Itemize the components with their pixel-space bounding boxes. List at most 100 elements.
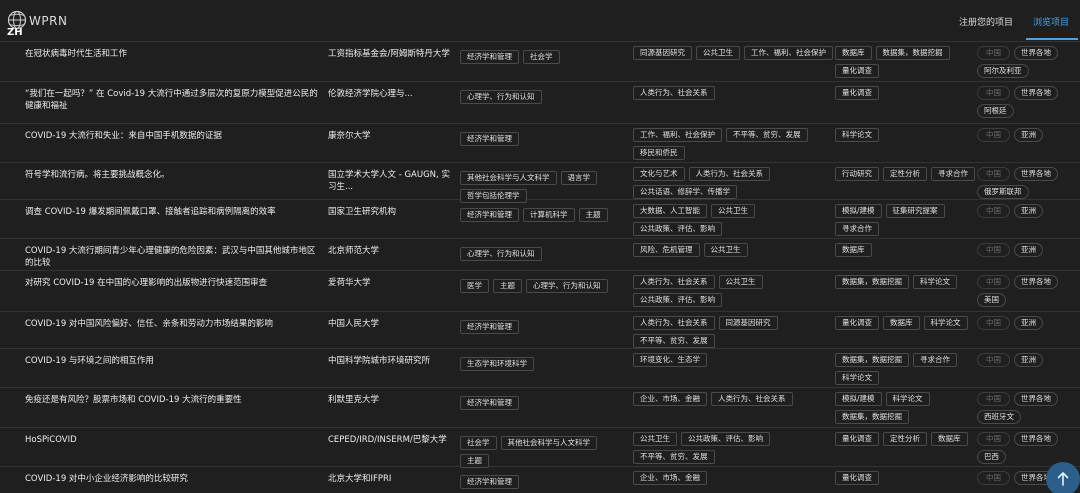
discipline-tag[interactable]: 生态学和环境科学 (460, 357, 534, 371)
project-row[interactable]: “我们在一起吗？” 在 Covid-19 大流行中通过多层次的复原力模型促进公民… (0, 82, 1080, 124)
method-tag[interactable]: 寻求合作 (835, 222, 879, 236)
topic-tag[interactable]: 企业、市场、金融 (633, 392, 707, 406)
discipline-tag[interactable]: 心理学、行为和认知 (460, 247, 542, 261)
project-row[interactable]: 符号学和流行病。将主要挑战概念化。 国立学术大学人文 - GAUGN, 实习生..… (0, 163, 1080, 203)
discipline-tag[interactable]: 主题 (460, 454, 489, 468)
topic-tag[interactable]: 企业、市场、金融 (633, 471, 707, 485)
discipline-tag[interactable]: 经济学和管理 (460, 320, 519, 334)
project-row[interactable]: COVID-19 大流行期间青少年心理健康的危险因素：武汉与中国其他城市地区的比… (0, 239, 1080, 271)
project-title[interactable]: 对研究 COVID-19 在中国的心理影响的出版物进行快速范围审查 (25, 277, 320, 289)
topic-tag[interactable]: 公共政策、评估、影响 (633, 293, 722, 307)
method-tag[interactable]: 数据集，数据挖掘 (835, 410, 909, 424)
method-tag[interactable]: 数据集，数据挖掘 (835, 353, 909, 367)
project-row[interactable]: HoSPiCOVID CEPED/IRD/INSERM/巴黎大学 社会学 其他社会科学… (0, 428, 1080, 468)
topic-tag[interactable]: 工作、福利、社会保护 (633, 128, 722, 142)
project-row[interactable]: COVID-19 大流行和失业：来自中国手机数据的证据 康奈尔大学 经济学和管理 工作… (0, 124, 1080, 163)
project-row[interactable]: 调查 COVID-19 爆发期间佩戴口罩、接触者追踪和病例隔离的效率 国家卫生研究… (0, 200, 1080, 239)
method-tag[interactable]: 模拟/建模 (835, 392, 882, 406)
method-tag[interactable]: 定性分析 (883, 167, 927, 181)
topic-tag[interactable]: 环境变化、生态学 (633, 353, 707, 367)
discipline-tag[interactable]: 主题 (578, 208, 608, 222)
discipline-tag[interactable]: 计算机科学 (523, 208, 575, 222)
project-title[interactable]: HoSPiCOVID (25, 434, 320, 446)
project-row[interactable]: 免疫还是有风险？股票市场和 COVID-19 大流行的重要性 利默里克大学 经济学和… (0, 388, 1080, 428)
topic-tag[interactable]: 人类行为、社会关系 (688, 167, 770, 181)
method-tag[interactable]: 数据集，数据挖掘 (875, 46, 950, 60)
project-row[interactable]: 在冠状病毒时代生活和工作 工资指标基金会/阿姆斯特丹大学 经济学和管理 社会学 同源基因… (0, 42, 1080, 82)
method-tag[interactable]: 寻求合作 (913, 353, 957, 367)
method-tag[interactable]: 科学论文 (835, 371, 879, 385)
region-tag[interactable]: 亚洲 (1014, 316, 1043, 330)
discipline-tag[interactable]: 社会学 (523, 50, 560, 64)
region-tag[interactable]: 西班牙文 (977, 410, 1021, 424)
project-title[interactable]: 调查 COVID-19 爆发期间佩戴口罩、接触者追踪和病例隔离的效率 (25, 206, 320, 218)
topic-tag[interactable]: 人类行为、社会关系 (633, 86, 715, 100)
discipline-tag[interactable]: 经济学和管理 (460, 208, 519, 222)
topic-tag[interactable]: 移民和侨民 (633, 146, 685, 160)
topic-tag[interactable]: 不平等、贫穷、发展 (726, 128, 808, 142)
method-tag[interactable]: 征集研究提案 (885, 204, 945, 218)
topic-tag[interactable]: 大数据、人工智能 (633, 204, 707, 218)
scroll-to-top-button[interactable] (1046, 462, 1080, 493)
region-tag[interactable]: 世界各地 (1014, 275, 1058, 289)
topic-tag[interactable]: 公共卫生 (711, 204, 755, 218)
project-row[interactable]: COVID-19 与环境之间的相互作用 中国科学院城市环境研究所 生态学和环境科学 环… (0, 349, 1080, 388)
topic-tag[interactable]: 公共话语、修辞学、传播学 (633, 185, 737, 199)
discipline-tag[interactable]: 经济学和管理 (460, 396, 519, 410)
method-tag[interactable]: 数据库 (883, 316, 920, 330)
project-title[interactable]: COVID-19 对中国风险偏好、信任、亲条和劳动力市场结果的影响 (25, 318, 320, 330)
topic-tag[interactable]: 公共卫生 (718, 275, 763, 289)
region-tag[interactable]: 世界各地 (1014, 86, 1058, 100)
project-row[interactable]: COVID-19 对中国风险偏好、信任、亲条和劳动力市场结果的影响 中国人民大学 经… (0, 312, 1080, 349)
topic-tag[interactable]: 人类行为、社会关系 (711, 392, 793, 406)
region-tag[interactable]: 亚洲 (1014, 128, 1043, 142)
method-tag[interactable]: 量化调查 (835, 316, 879, 330)
topic-tag[interactable]: 公共政策、评估、影响 (681, 432, 770, 446)
region-tag[interactable]: 世界各地 (1014, 392, 1058, 406)
method-tag[interactable]: 行动研究 (835, 167, 879, 181)
discipline-tag[interactable]: 医学 (460, 279, 489, 293)
method-tag[interactable]: 数据集，数据挖掘 (835, 275, 909, 289)
discipline-tag[interactable]: 心理学、行为和认知 (460, 90, 542, 104)
region-tag[interactable]: 亚洲 (1014, 353, 1043, 367)
region-tag[interactable]: 阿尔及利亚 (977, 64, 1029, 78)
topic-tag[interactable]: 风险、危机管理 (633, 243, 700, 257)
method-tag[interactable]: 科学论文 (885, 392, 930, 406)
discipline-tag[interactable]: 经济学和管理 (460, 132, 519, 146)
topic-tag[interactable]: 同源基因研究 (633, 46, 692, 60)
project-title[interactable]: 在冠状病毒时代生活和工作 (25, 48, 320, 60)
project-title[interactable]: COVID-19 大流行和失业：来自中国手机数据的证据 (25, 130, 320, 142)
topic-tag[interactable]: 文化与艺术 (633, 167, 685, 181)
topic-tag[interactable]: 人类行为、社会关系 (633, 275, 715, 289)
wprn-logo[interactable]: WPRN ZH (6, 10, 70, 40)
discipline-tag[interactable]: 心理学、行为和认知 (526, 279, 608, 293)
method-tag[interactable]: 数据库 (835, 243, 872, 257)
method-tag[interactable]: 量化调查 (835, 471, 879, 485)
project-row[interactable]: 对研究 COVID-19 在中国的心理影响的出版物进行快速范围审查 爱荷华大学 医学… (0, 271, 1080, 312)
method-tag[interactable]: 科学论文 (835, 128, 879, 142)
method-tag[interactable]: 科学论文 (923, 316, 968, 330)
topic-tag[interactable]: 公共卫生 (696, 46, 740, 60)
discipline-tag[interactable]: 其他社会科学与人文科学 (500, 436, 597, 450)
project-title[interactable]: COVID-19 对中小企业经济影响的比较研究 (25, 473, 320, 485)
method-tag[interactable]: 寻求合作 (931, 167, 975, 181)
topic-tag[interactable]: 不平等、贫穷、发展 (633, 450, 715, 464)
method-tag[interactable]: 量化调查 (835, 432, 879, 446)
nav-browse-projects[interactable]: 浏览项目 (1033, 15, 1069, 28)
region-tag[interactable]: 美国 (977, 293, 1006, 307)
method-tag[interactable]: 定性分析 (883, 432, 927, 446)
discipline-tag[interactable]: 经济学和管理 (460, 475, 519, 489)
project-title[interactable]: COVID-19 大流行期间青少年心理健康的危险因素：武汉与中国其他城市地区的比… (25, 245, 320, 269)
project-title[interactable]: 符号学和流行病。将主要挑战概念化。 (25, 169, 320, 181)
discipline-tag[interactable]: 主题 (493, 279, 522, 293)
topic-tag[interactable]: 公共政策、评估、影响 (633, 222, 722, 236)
topic-tag[interactable]: 人类行为、社会关系 (633, 316, 715, 330)
method-tag[interactable]: 量化调查 (835, 86, 879, 100)
discipline-tag[interactable]: 社会学 (460, 436, 497, 450)
project-row[interactable]: COVID-19 对中小企业经济影响的比较研究 北京大学和IFPRI 经济学和管理 企… (0, 467, 1080, 493)
topic-tag[interactable]: 同源基因研究 (718, 316, 778, 330)
region-tag[interactable]: 阿根廷 (977, 104, 1014, 118)
project-title[interactable]: COVID-19 与环境之间的相互作用 (25, 355, 320, 367)
topic-tag[interactable]: 工作、福利、社会保护 (744, 46, 833, 60)
method-tag[interactable]: 科学论文 (913, 275, 957, 289)
